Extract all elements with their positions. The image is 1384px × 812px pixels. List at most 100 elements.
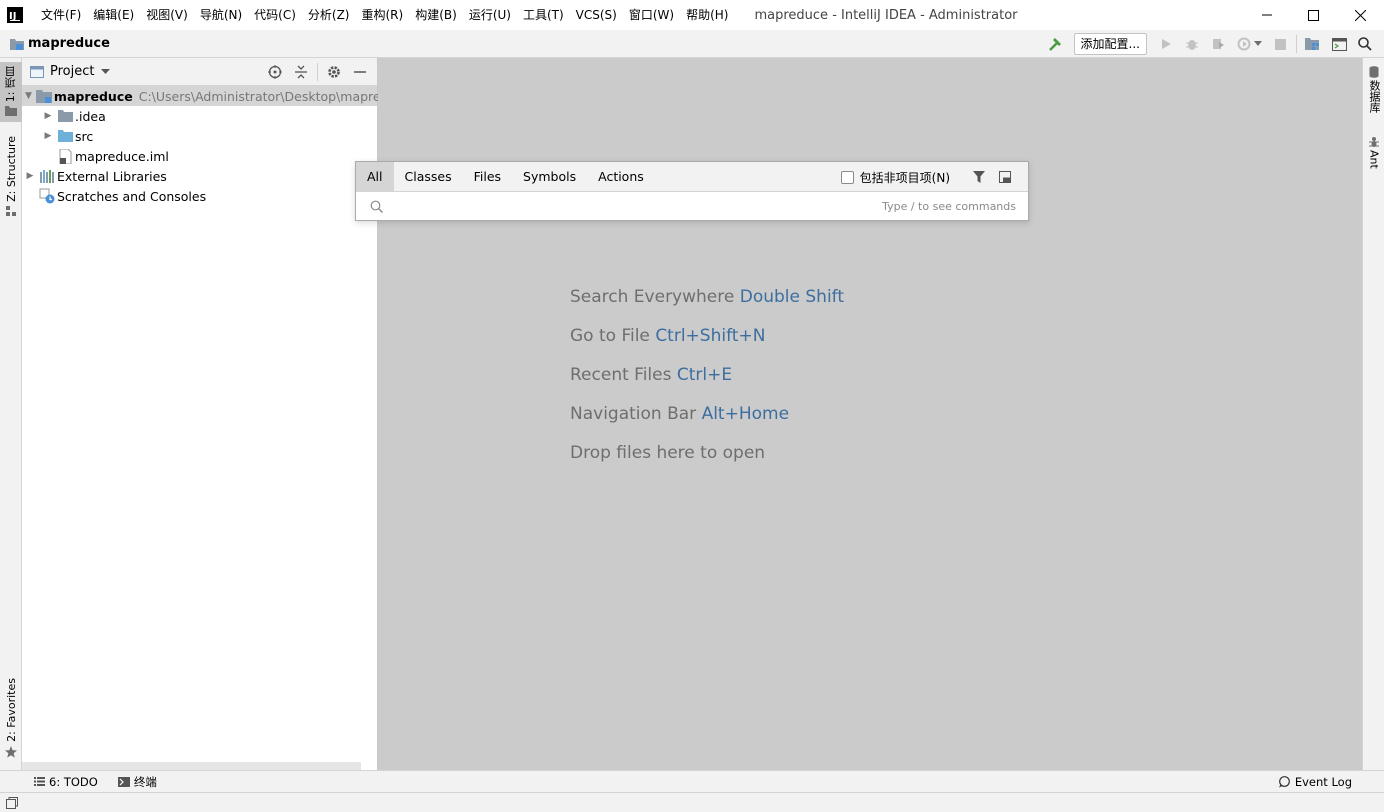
tool-tab-terminal[interactable]: 终端 xyxy=(117,774,157,790)
filter-button[interactable] xyxy=(968,166,990,188)
tool-tab-event-log-label: Event Log xyxy=(1294,775,1352,789)
menu-code[interactable]: 代码(C) xyxy=(248,0,302,30)
search-tab-symbols[interactable]: Symbols xyxy=(512,162,587,192)
menu-tools[interactable]: 工具(T) xyxy=(517,0,570,30)
menu-run[interactable]: 运行(U) xyxy=(463,0,517,30)
title-bar: IJ 文件(F) 编辑(E) 视图(V) 导航(N) 代码(C) 分析(Z) 重… xyxy=(0,0,1384,30)
tree-node-label: mapreduce.iml xyxy=(75,148,169,164)
tool-tab-structure-label: Z: Structure xyxy=(4,136,18,202)
panel-settings-button[interactable] xyxy=(321,61,347,83)
search-tabs: All Classes Files Symbols Actions 包括非项目项… xyxy=(356,161,1028,192)
tool-tab-favorites[interactable]: 2: Favorites xyxy=(0,678,22,758)
database-icon xyxy=(1369,66,1379,78)
breadcrumb-project[interactable]: mapreduce xyxy=(28,36,110,51)
tool-tab-database-label: 数据库 xyxy=(1368,80,1381,113)
filter-icon xyxy=(973,171,985,183)
locate-file-button[interactable] xyxy=(262,61,288,83)
intellij-logo-icon[interactable]: IJ xyxy=(7,7,23,23)
run-icon xyxy=(1162,39,1171,49)
tree-node-iml[interactable]: mapreduce.iml xyxy=(22,146,377,166)
toggle-tool-windows-icon[interactable] xyxy=(6,796,18,809)
bottom-tool-bar: 6: TODO 终端 Event Log xyxy=(0,770,1384,792)
run-button[interactable] xyxy=(1153,33,1179,55)
project-structure-icon xyxy=(1305,38,1319,50)
search-tab-actions[interactable]: Actions xyxy=(587,162,655,192)
add-configuration-button[interactable]: 添加配置... xyxy=(1073,33,1147,55)
search-tab-all[interactable]: All xyxy=(356,161,394,192)
project-tree[interactable]: ▼ mapreduce C:\Users\Administrator\Deskt… xyxy=(22,86,411,206)
tool-tab-event-log[interactable]: Event Log xyxy=(1278,771,1352,793)
hint-shortcut: Alt+Home xyxy=(701,404,790,424)
module-folder-icon xyxy=(35,88,52,104)
search-tab-files[interactable]: Files xyxy=(463,162,512,192)
include-non-project-label[interactable]: 包括非项目项(N) xyxy=(860,169,950,186)
search-tab-classes[interactable]: Classes xyxy=(394,162,463,192)
hint-shortcut: Ctrl+Shift+N xyxy=(655,326,766,346)
tree-node-mapreduce[interactable]: ▼ mapreduce C:\Users\Administrator\Deskt… xyxy=(22,86,411,106)
menu-refactor[interactable]: 重构(R) xyxy=(356,0,410,30)
menu-navigate[interactable]: 导航(N) xyxy=(194,0,248,30)
tree-node-external-libraries[interactable]: ▶ External Libraries xyxy=(22,166,377,186)
run-anything-button[interactable] xyxy=(1326,33,1352,55)
collapse-all-button[interactable] xyxy=(288,61,314,83)
menu-edit[interactable]: 编辑(E) xyxy=(87,0,140,30)
tool-tab-structure[interactable]: Z: Structure xyxy=(0,136,22,216)
close-button[interactable] xyxy=(1337,0,1384,30)
tree-node-path: C:\Users\Administrator\Desktop\mapreduce xyxy=(138,88,412,104)
tree-node-idea[interactable]: ▶ .idea xyxy=(22,106,377,126)
build-button[interactable] xyxy=(1042,33,1068,55)
expanded-arrow-icon[interactable]: ▼ xyxy=(25,91,32,101)
hint-go-to-file: Go to File Ctrl+Shift+N xyxy=(570,326,765,346)
hide-panel-button[interactable] xyxy=(347,61,373,83)
collapsed-arrow-icon[interactable]: ▶ xyxy=(25,171,35,181)
list-icon xyxy=(34,777,45,786)
search-row: Type / to see commands xyxy=(356,192,1028,221)
hint-text: Drop files here to open xyxy=(570,443,766,463)
maximize-button[interactable] xyxy=(1290,0,1337,30)
menu-view[interactable]: 视图(V) xyxy=(140,0,194,30)
menu-file[interactable]: 文件(F) xyxy=(35,0,87,30)
breadcrumb[interactable]: mapreduce xyxy=(10,36,110,51)
profile-button[interactable] xyxy=(1231,33,1267,55)
tree-node-src[interactable]: ▶ src xyxy=(22,126,377,146)
search-everywhere-button[interactable] xyxy=(1352,33,1378,55)
tool-tab-todo[interactable]: 6: TODO xyxy=(34,775,98,789)
close-icon xyxy=(1355,9,1366,21)
folder-icon xyxy=(5,106,17,117)
horizontal-scrollbar[interactable] xyxy=(22,762,361,770)
bug-icon xyxy=(1186,40,1198,50)
hint-search-everywhere: Search Everywhere Double Shift xyxy=(570,287,844,307)
tree-node-scratches[interactable]: Scratches and Consoles xyxy=(22,186,377,206)
tool-tab-database[interactable]: 数据库 xyxy=(1363,66,1384,113)
search-input[interactable] xyxy=(389,193,869,220)
menu-analyze[interactable]: 分析(Z) xyxy=(302,0,356,30)
tool-tab-project[interactable]: 1: 项目 xyxy=(0,62,22,122)
menu-window[interactable]: 窗口(W) xyxy=(623,0,680,30)
collapsed-arrow-icon[interactable]: ▶ xyxy=(43,111,53,121)
collapsed-arrow-icon[interactable]: ▶ xyxy=(43,131,53,141)
hint-text: Recent Files xyxy=(570,365,672,385)
hint-drop-files: Drop files here to open xyxy=(570,443,765,463)
menu-help[interactable]: 帮助(H) xyxy=(680,0,734,30)
hint-text: Search Everywhere xyxy=(570,287,735,307)
tree-node-label: mapreduce xyxy=(53,88,133,104)
chevron-down-icon xyxy=(1253,41,1262,46)
stop-icon xyxy=(1274,38,1286,50)
tool-tab-todo-label: 6: TODO xyxy=(49,774,98,789)
project-structure-button[interactable] xyxy=(1300,33,1326,55)
project-view-selector[interactable]: Project xyxy=(30,64,111,79)
menu-build[interactable]: 构建(B) xyxy=(409,0,463,30)
tool-tab-ant[interactable]: Ant xyxy=(1363,136,1384,169)
debug-button[interactable] xyxy=(1179,33,1205,55)
target-icon xyxy=(268,65,282,79)
tool-tab-project-label: 1: 项目 xyxy=(4,66,17,103)
run-with-coverage-button[interactable] xyxy=(1205,33,1231,55)
minimize-icon xyxy=(354,71,366,73)
minimize-button[interactable] xyxy=(1243,0,1290,30)
open-in-find-window-button[interactable] xyxy=(994,166,1016,188)
ant-icon xyxy=(1369,137,1379,147)
hammer-icon xyxy=(1048,38,1061,51)
menu-vcs[interactable]: VCS(S) xyxy=(570,0,623,30)
include-non-project-checkbox[interactable] xyxy=(840,170,854,184)
stop-button[interactable] xyxy=(1267,33,1293,55)
